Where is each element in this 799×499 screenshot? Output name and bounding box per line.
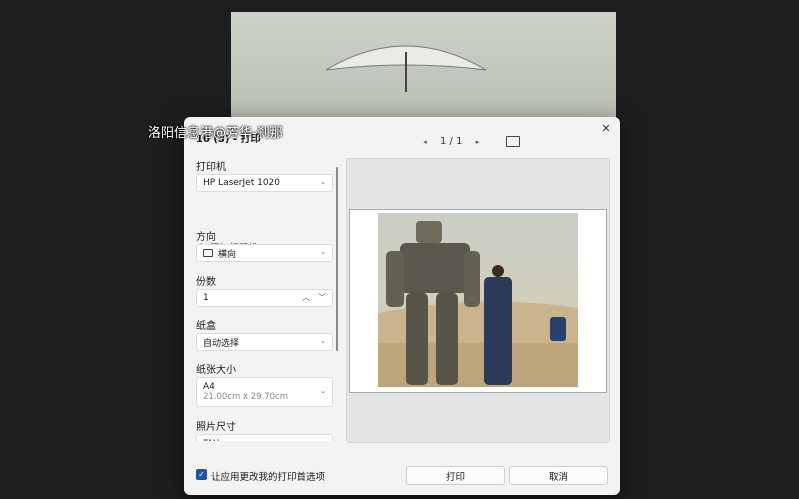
dialog-footer: ✓ 让应用更改我的打印首选项 打印 取消 — [184, 455, 620, 495]
print-button[interactable]: 打印 — [406, 466, 505, 485]
print-dialog: 10 (3) - 打印 ✕ ◂ 1 / 1 ▸ 打印机 HP LaserJet … — [184, 117, 620, 495]
landscape-icon — [203, 249, 213, 257]
paper-size-select[interactable]: A4 21.00cm x 29.70cm ⌄ — [196, 377, 333, 407]
photo-size-value: 默认 — [203, 437, 221, 442]
orientation-label: 方向 — [196, 232, 216, 243]
chevron-down-icon: ⌄ — [320, 387, 326, 395]
paper-size-value: A4 — [203, 382, 215, 392]
paper-size-dims: 21.00cm x 29.70cm — [203, 392, 289, 402]
orientation-value: 横向 — [218, 249, 237, 260]
chevron-down-icon: ⌄ — [320, 337, 326, 345]
chevron-down-icon: ⌄ — [320, 178, 326, 186]
cancel-button[interactable]: 取消 — [509, 466, 608, 485]
photo-size-label: 照片尺寸 — [196, 422, 236, 433]
increment-icon[interactable]: ︿ — [302, 292, 310, 303]
preview-page — [349, 209, 607, 393]
crop-icon[interactable] — [357, 0, 366, 6]
checkmark-icon: ✓ — [198, 470, 205, 479]
orientation-select[interactable]: 横向 ⌄ — [196, 244, 333, 262]
printer-select[interactable]: HP LaserJet 1020 ⌄ — [196, 174, 333, 192]
preview-photo — [378, 213, 578, 387]
page-indicator: 1 / 1 — [440, 136, 463, 147]
preferences-checkbox[interactable]: ✓ — [196, 469, 207, 480]
watermark-text: 洛阳信息港@芳华-刹那 — [148, 126, 283, 141]
printer-label: 打印机 — [196, 162, 226, 173]
tray-label: 纸盒 — [196, 321, 216, 332]
tray-value: 自动选择 — [203, 338, 240, 349]
tray-select[interactable]: 自动选择 ⌄ — [196, 333, 333, 351]
next-page-icon[interactable]: ▸ — [472, 138, 482, 146]
settings-panel: 打印机 HP LaserJet 1020 ⌄ + 添加打印机 方向 横向 ⌄ 份… — [196, 155, 333, 441]
paper-size-label: 纸张大小 — [196, 365, 236, 376]
copies-stepper[interactable]: 1 ︿ ﹀ — [196, 289, 333, 307]
edit-icon[interactable] — [330, 0, 339, 6]
settings-scrollbar[interactable] — [336, 167, 338, 351]
decrement-icon[interactable]: ﹀ — [318, 292, 326, 303]
favorite-icon[interactable] — [411, 0, 420, 6]
preferences-checkbox-label: 让应用更改我的打印首选项 — [211, 472, 326, 483]
background-toolbar — [330, 0, 474, 8]
umbrella-image — [325, 45, 487, 92]
close-button[interactable]: ✕ — [598, 120, 614, 136]
photo-size-select[interactable]: 默认 — [196, 434, 333, 441]
copies-label: 份数 — [196, 277, 216, 288]
page-navigator: ◂ 1 / 1 ▸ — [420, 136, 521, 147]
delete-icon[interactable] — [384, 0, 393, 6]
close-icon: ✕ — [601, 121, 611, 135]
background-photo — [231, 12, 616, 122]
photo-image — [378, 213, 578, 387]
info-icon[interactable] — [438, 0, 447, 6]
print-preview — [346, 158, 610, 443]
more-icon[interactable] — [465, 0, 474, 6]
printer-value: HP LaserJet 1020 — [203, 178, 280, 188]
chevron-down-icon: ⌄ — [320, 248, 326, 256]
copies-value: 1 — [203, 293, 209, 303]
fit-page-icon[interactable] — [506, 136, 521, 147]
prev-page-icon[interactable]: ◂ — [420, 138, 430, 146]
